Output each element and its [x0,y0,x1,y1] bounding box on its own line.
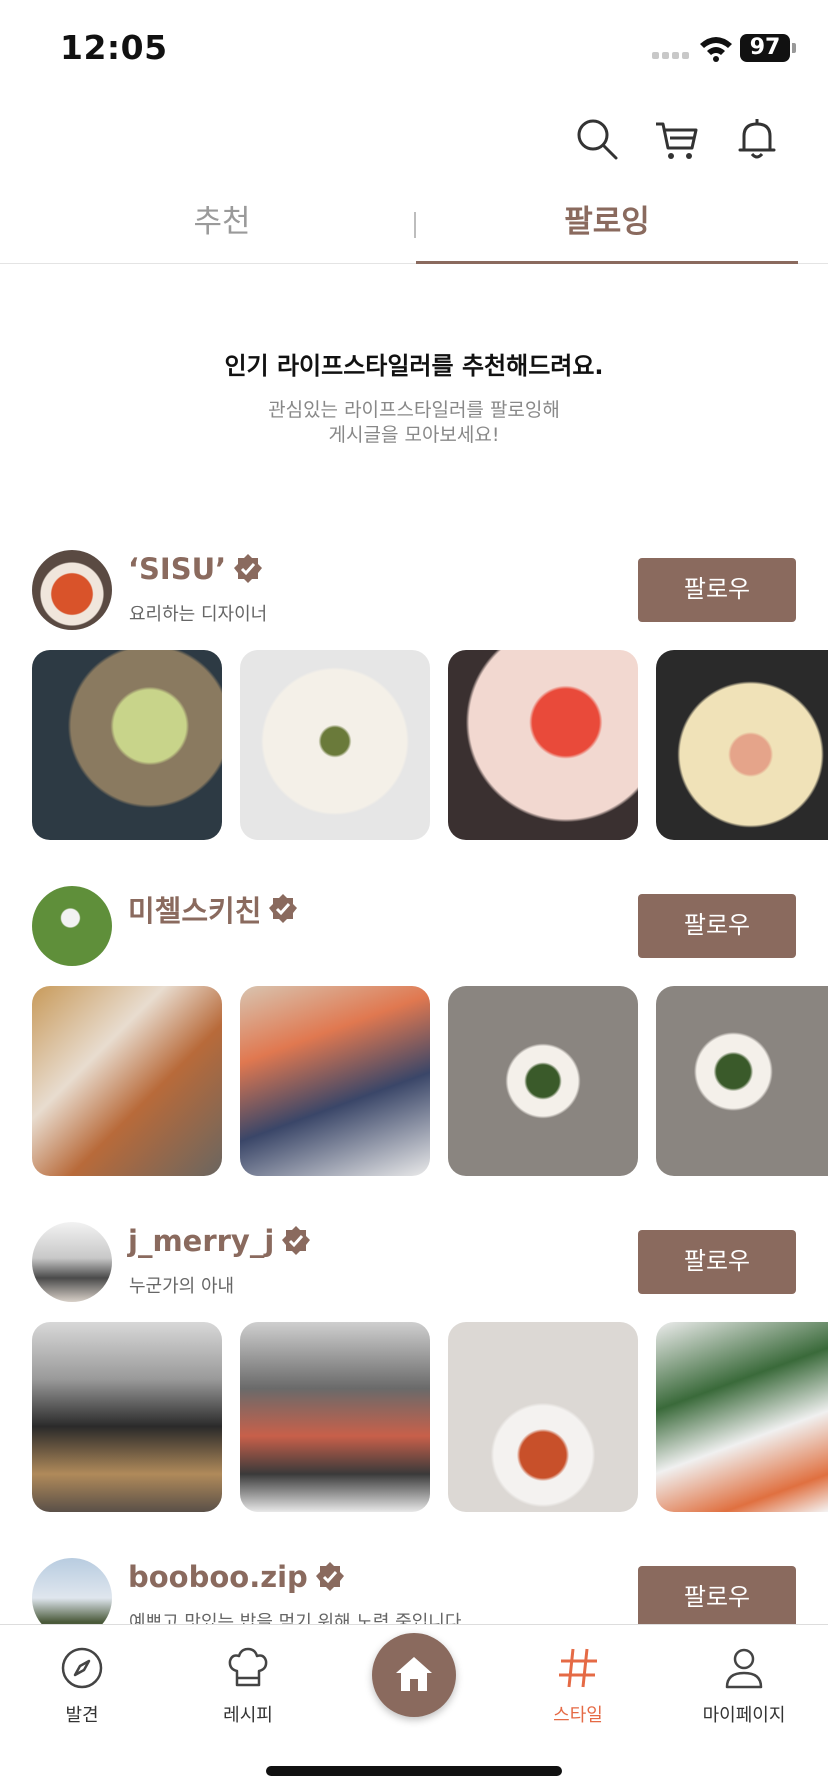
intro-subtitle-line1: 관심있는 라이프스타일러를 팔로잉해 [268,399,560,421]
post-thumbnail[interactable] [240,986,430,1176]
post-thumbnail[interactable] [656,1322,828,1512]
post-thumbnail[interactable] [32,1322,222,1512]
tabbar-label: 발견 [65,1705,99,1726]
follow-button[interactable]: 팔로우 [638,1230,796,1294]
person-icon [725,1648,763,1689]
compass-icon [61,1647,103,1689]
creator-card: 미첼스키친 팔로우 [0,886,828,1186]
tabbar-label: 마이페이지 [702,1705,786,1726]
wifi-icon [700,37,732,62]
tab-following[interactable]: 팔로잉 [416,200,798,264]
creator-description: 요리하는 디자이너 [129,604,268,625]
creator-thumbnails [0,986,828,1176]
creator-description: 예쁘고 맛있는 밥을 먹기 위해 노력 중입니다 [129,1612,462,1624]
verified-badge-icon [269,894,298,923]
hashtag-icon [559,1648,597,1688]
home-icon [396,1657,432,1691]
tabbar-label: 레시피 [223,1705,273,1726]
creator-card: booboo.zip 예쁘고 맛있는 밥을 먹기 위해 노력 중입니다 팔로우 [0,1558,828,1624]
home-button[interactable] [372,1633,456,1717]
post-thumbnail[interactable] [656,650,828,840]
tabbar-item-discover[interactable]: 발견 [22,1645,142,1727]
tab-recommended[interactable]: 추천 [32,200,412,254]
creator-card: j_merry_j 누군가의 아내 팔로우 [0,1222,828,1522]
chef-hat-icon [228,1647,268,1687]
status-time: 12:05 [60,28,168,67]
post-thumbnail[interactable] [448,650,638,840]
intro-subtitle-line2: 게시글을 모아보세요! [328,424,500,446]
tabbar-item-mypage[interactable]: 마이페이지 [684,1645,804,1727]
tabbar-item-recipe[interactable]: 레시피 [188,1645,308,1727]
bell-icon[interactable] [734,116,780,162]
feed-tabs: 추천 팔로잉 [0,190,828,264]
creator-name[interactable]: booboo.zip [128,1560,308,1594]
home-indicator [266,1766,562,1776]
cellular-signal-icon [652,52,689,59]
creator-name-row: j_merry_j [128,1224,312,1258]
creator-name-row: ‘SISU’ [128,552,264,586]
follow-button[interactable]: 팔로우 [638,894,796,958]
battery-indicator: 97 [740,34,790,62]
follow-button[interactable]: 팔로우 [638,1566,796,1624]
post-thumbnail[interactable] [32,986,222,1176]
status-bar: 12:05 97 [0,0,828,100]
verified-badge-icon [234,554,263,583]
creator-card: ‘SISU’ 요리하는 디자이너 팔로우 [0,550,828,850]
search-icon[interactable] [574,116,620,162]
creator-name-row: booboo.zip [128,1560,346,1594]
creator-name-row: 미첼스키친 [128,888,299,930]
creator-name[interactable]: ‘SISU’ [128,552,226,586]
battery-tip [792,43,796,53]
creator-thumbnails [0,650,828,840]
creator-name[interactable]: j_merry_j [128,1224,274,1258]
cart-icon[interactable] [654,116,700,162]
creator-name[interactable]: 미첼스키친 [128,888,261,930]
post-thumbnail[interactable] [240,1322,430,1512]
avatar[interactable] [32,886,112,966]
intro-subtitle: 관심있는 라이프스타일러를 팔로잉해 게시글을 모아보세요! [0,398,828,448]
post-thumbnail[interactable] [448,1322,638,1512]
header-actions [0,116,828,166]
post-thumbnail[interactable] [448,986,638,1176]
verified-badge-icon [315,1562,344,1591]
avatar[interactable] [32,550,112,630]
creator-description: 누군가의 아내 [129,1276,235,1297]
intro-title: 인기 라이프스타일러를 추천해드려요. [224,352,604,380]
avatar[interactable] [32,1222,112,1302]
post-thumbnail[interactable] [32,650,222,840]
tabbar-item-style[interactable]: 스타일 [518,1645,638,1727]
post-thumbnail[interactable] [656,986,828,1176]
creator-thumbnails [0,1322,828,1512]
avatar[interactable] [32,1558,112,1624]
follow-button[interactable]: 팔로우 [638,558,796,622]
post-thumbnail[interactable] [240,650,430,840]
tabbar-label: 스타일 [553,1705,603,1726]
verified-badge-icon [282,1226,311,1255]
